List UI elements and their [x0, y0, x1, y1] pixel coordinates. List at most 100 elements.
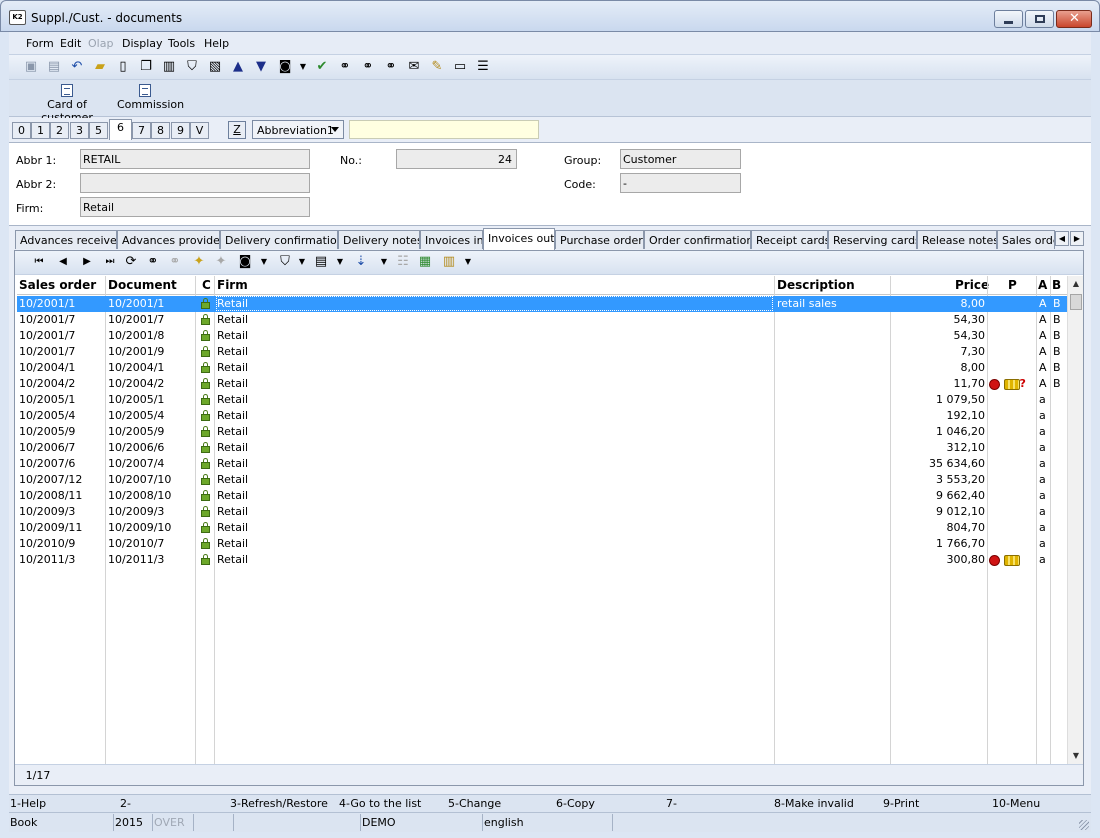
tab-sales-orders[interactable]: Sales orders [997, 230, 1055, 249]
table-row[interactable]: 10/2011/3 10/2011/3 Retail 300,80 a [17, 552, 1067, 568]
table-row[interactable]: 10/2009/3 10/2009/3 Retail 9 012,10 a [17, 504, 1067, 520]
chevron-down-icon[interactable]: ▼ [332, 254, 348, 270]
print-preview-icon[interactable]: ▭ [452, 59, 468, 75]
save-icon[interactable]: ▣ [23, 59, 39, 75]
tab-delivery-notes[interactable]: Delivery notes [338, 230, 420, 249]
chevron-down-icon[interactable]: ▼ [295, 59, 311, 75]
chevron-down-icon[interactable]: ▼ [376, 254, 392, 270]
refresh-icon[interactable]: ⟳ [123, 254, 139, 270]
tab-invoices-out[interactable]: Invoices out [483, 228, 555, 250]
tab-advances-provided[interactable]: Advances provided [117, 230, 220, 249]
previous-record-icon[interactable]: ◀ [55, 254, 71, 270]
code-field[interactable]: - [620, 173, 741, 193]
tab-3[interactable]: 3 [70, 122, 89, 139]
table-row[interactable]: 10/2007/6 10/2007/4 Retail 35 634,60 a [17, 456, 1067, 472]
fkey-8[interactable]: 8-Make invalid [774, 797, 854, 810]
open-folder-icon[interactable]: ▰ [92, 59, 108, 75]
scroll-thumb[interactable] [1070, 294, 1082, 310]
filter-icon[interactable]: ⛉ [184, 59, 200, 75]
table-row[interactable]: 10/2006/7 10/2006/6 Retail 312,10 a [17, 440, 1067, 456]
next-record-icon[interactable]: ▶ [79, 254, 95, 270]
tab-invoices-in[interactable]: Invoices in [420, 230, 483, 249]
add-icon[interactable]: ✦ [191, 254, 207, 270]
menu-form[interactable]: Form [26, 37, 54, 50]
fkey-10[interactable]: 10-Menu [992, 797, 1040, 810]
column-sales-order[interactable]: Sales order [19, 278, 96, 292]
menu-display[interactable]: Display [122, 37, 163, 50]
column-p[interactable]: P [1008, 278, 1017, 292]
tab-receipt-cards[interactable]: Receipt cards [751, 230, 828, 249]
binoculars-icon[interactable]: ⚭ [145, 254, 161, 270]
column-description[interactable]: Description [777, 278, 855, 292]
filter-document-icon[interactable]: ▧ [207, 59, 223, 75]
binoculars-prev-icon[interactable]: ⚭ [383, 59, 399, 75]
abbr1-field[interactable]: RETAIL [80, 149, 310, 169]
undo-icon[interactable]: ↶ [69, 59, 85, 75]
fkey-6[interactable]: 6-Copy [556, 797, 595, 810]
arrow-up-icon[interactable]: ▲ [230, 59, 246, 75]
commission-button[interactable]: Commission [117, 84, 184, 111]
book-icon[interactable]: ▥ [161, 59, 177, 75]
table-row[interactable]: 10/2005/1 10/2005/1 Retail 1 079,50 a [17, 392, 1067, 408]
menu-help[interactable]: Help [204, 37, 229, 50]
report-icon[interactable]: ▥ [441, 254, 457, 270]
table-row[interactable]: 10/2005/4 10/2005/4 Retail 192,10 a [17, 408, 1067, 424]
table-row[interactable]: 10/2001/7 10/2001/9 Retail 7,30 A B [17, 344, 1067, 360]
tab-2[interactable]: 2 [50, 122, 69, 139]
chevron-down-icon[interactable]: ▼ [460, 254, 476, 270]
z-button[interactable]: Z [228, 121, 246, 139]
tab-7[interactable]: 7 [132, 122, 151, 139]
fkey-2[interactable]: 2- [120, 797, 131, 810]
chevron-down-icon[interactable]: ▼ [294, 254, 310, 270]
tab-reserving-cards[interactable]: Reserving cards [828, 230, 917, 249]
table-row[interactable]: 10/2008/11 10/2008/10 Retail 9 662,40 a [17, 488, 1067, 504]
fkey-3[interactable]: 3-Refresh/Restore [230, 797, 328, 810]
vertical-scrollbar[interactable]: ▲ ▼ [1067, 276, 1083, 764]
menu-edit[interactable]: Edit [60, 37, 81, 50]
column-c[interactable]: C [202, 278, 211, 292]
tab-0[interactable]: 0 [12, 122, 31, 139]
minimize-button[interactable] [994, 10, 1023, 28]
table-row[interactable]: 10/2001/7 10/2001/7 Retail 54,30 A B [17, 312, 1067, 328]
table-row[interactable]: 10/2001/7 10/2001/8 Retail 54,30 A B [17, 328, 1067, 344]
tab-5[interactable]: 5 [89, 122, 108, 139]
table-row[interactable]: 10/2004/1 10/2004/1 Retail 8,00 A B [17, 360, 1067, 376]
fkey-5[interactable]: 5-Change [448, 797, 501, 810]
edit-note-icon[interactable]: ✎ [429, 59, 445, 75]
tab-1[interactable]: 1 [31, 122, 50, 139]
mail-icon[interactable]: ✉ [406, 59, 422, 75]
tab-scroll-right-button[interactable]: ▶ [1070, 231, 1084, 246]
menu-tools[interactable]: Tools [168, 37, 195, 50]
table-row[interactable]: 10/2009/11 10/2009/10 Retail 804,70 a [17, 520, 1067, 536]
abbreviation-select[interactable]: Abbreviation1 [252, 120, 344, 139]
table-row[interactable]: 10/2004/2 10/2004/2 Retail 11,70 A B ? [17, 376, 1067, 392]
first-record-icon[interactable]: ⏮ [31, 254, 47, 270]
tab-scroll-left-button[interactable]: ◀ [1055, 231, 1069, 246]
table-row[interactable]: 10/2005/9 10/2005/9 Retail 1 046,20 a [17, 424, 1067, 440]
scroll-up-icon[interactable]: ▲ [1068, 276, 1084, 292]
camera-icon[interactable]: ◙ [277, 59, 293, 75]
resize-grip-icon[interactable] [1079, 820, 1089, 830]
table-row[interactable]: 10/2010/9 10/2010/7 Retail 1 766,70 a [17, 536, 1067, 552]
tab-v[interactable]: V [190, 122, 209, 139]
last-record-icon[interactable]: ⏭ [102, 254, 118, 270]
tab-9[interactable]: 9 [171, 122, 190, 139]
sort-icon[interactable]: ⇣ [353, 254, 369, 270]
binoculars-icon[interactable]: ⚭ [337, 59, 353, 75]
table-row[interactable]: 10/2001/1 10/2001/1 Retail retail sales 8,00… [17, 296, 1067, 312]
new-document-icon[interactable]: ▯ [115, 59, 131, 75]
column-firm[interactable]: Firm [217, 278, 248, 292]
excel-icon[interactable]: ▦ [417, 254, 433, 270]
tab-8[interactable]: 8 [151, 122, 170, 139]
tab-purchase-orders[interactable]: Purchase orders [555, 230, 644, 249]
close-button[interactable]: ✕ [1056, 10, 1092, 28]
tab-delivery-confirmations[interactable]: Delivery confirmations [220, 230, 338, 249]
tab-order-confirmations[interactable]: Order confirmations [644, 230, 751, 249]
check-icon[interactable]: ✔ [314, 59, 330, 75]
fkey-1[interactable]: 1-Help [10, 797, 46, 810]
filter-icon[interactable]: ⛉ [277, 254, 293, 270]
no-field[interactable]: 24 [396, 149, 517, 169]
tab-release-notes[interactable]: Release notes [917, 230, 997, 249]
copy-icon[interactable]: ❐ [138, 59, 154, 75]
quick-search-input[interactable] [349, 120, 539, 139]
